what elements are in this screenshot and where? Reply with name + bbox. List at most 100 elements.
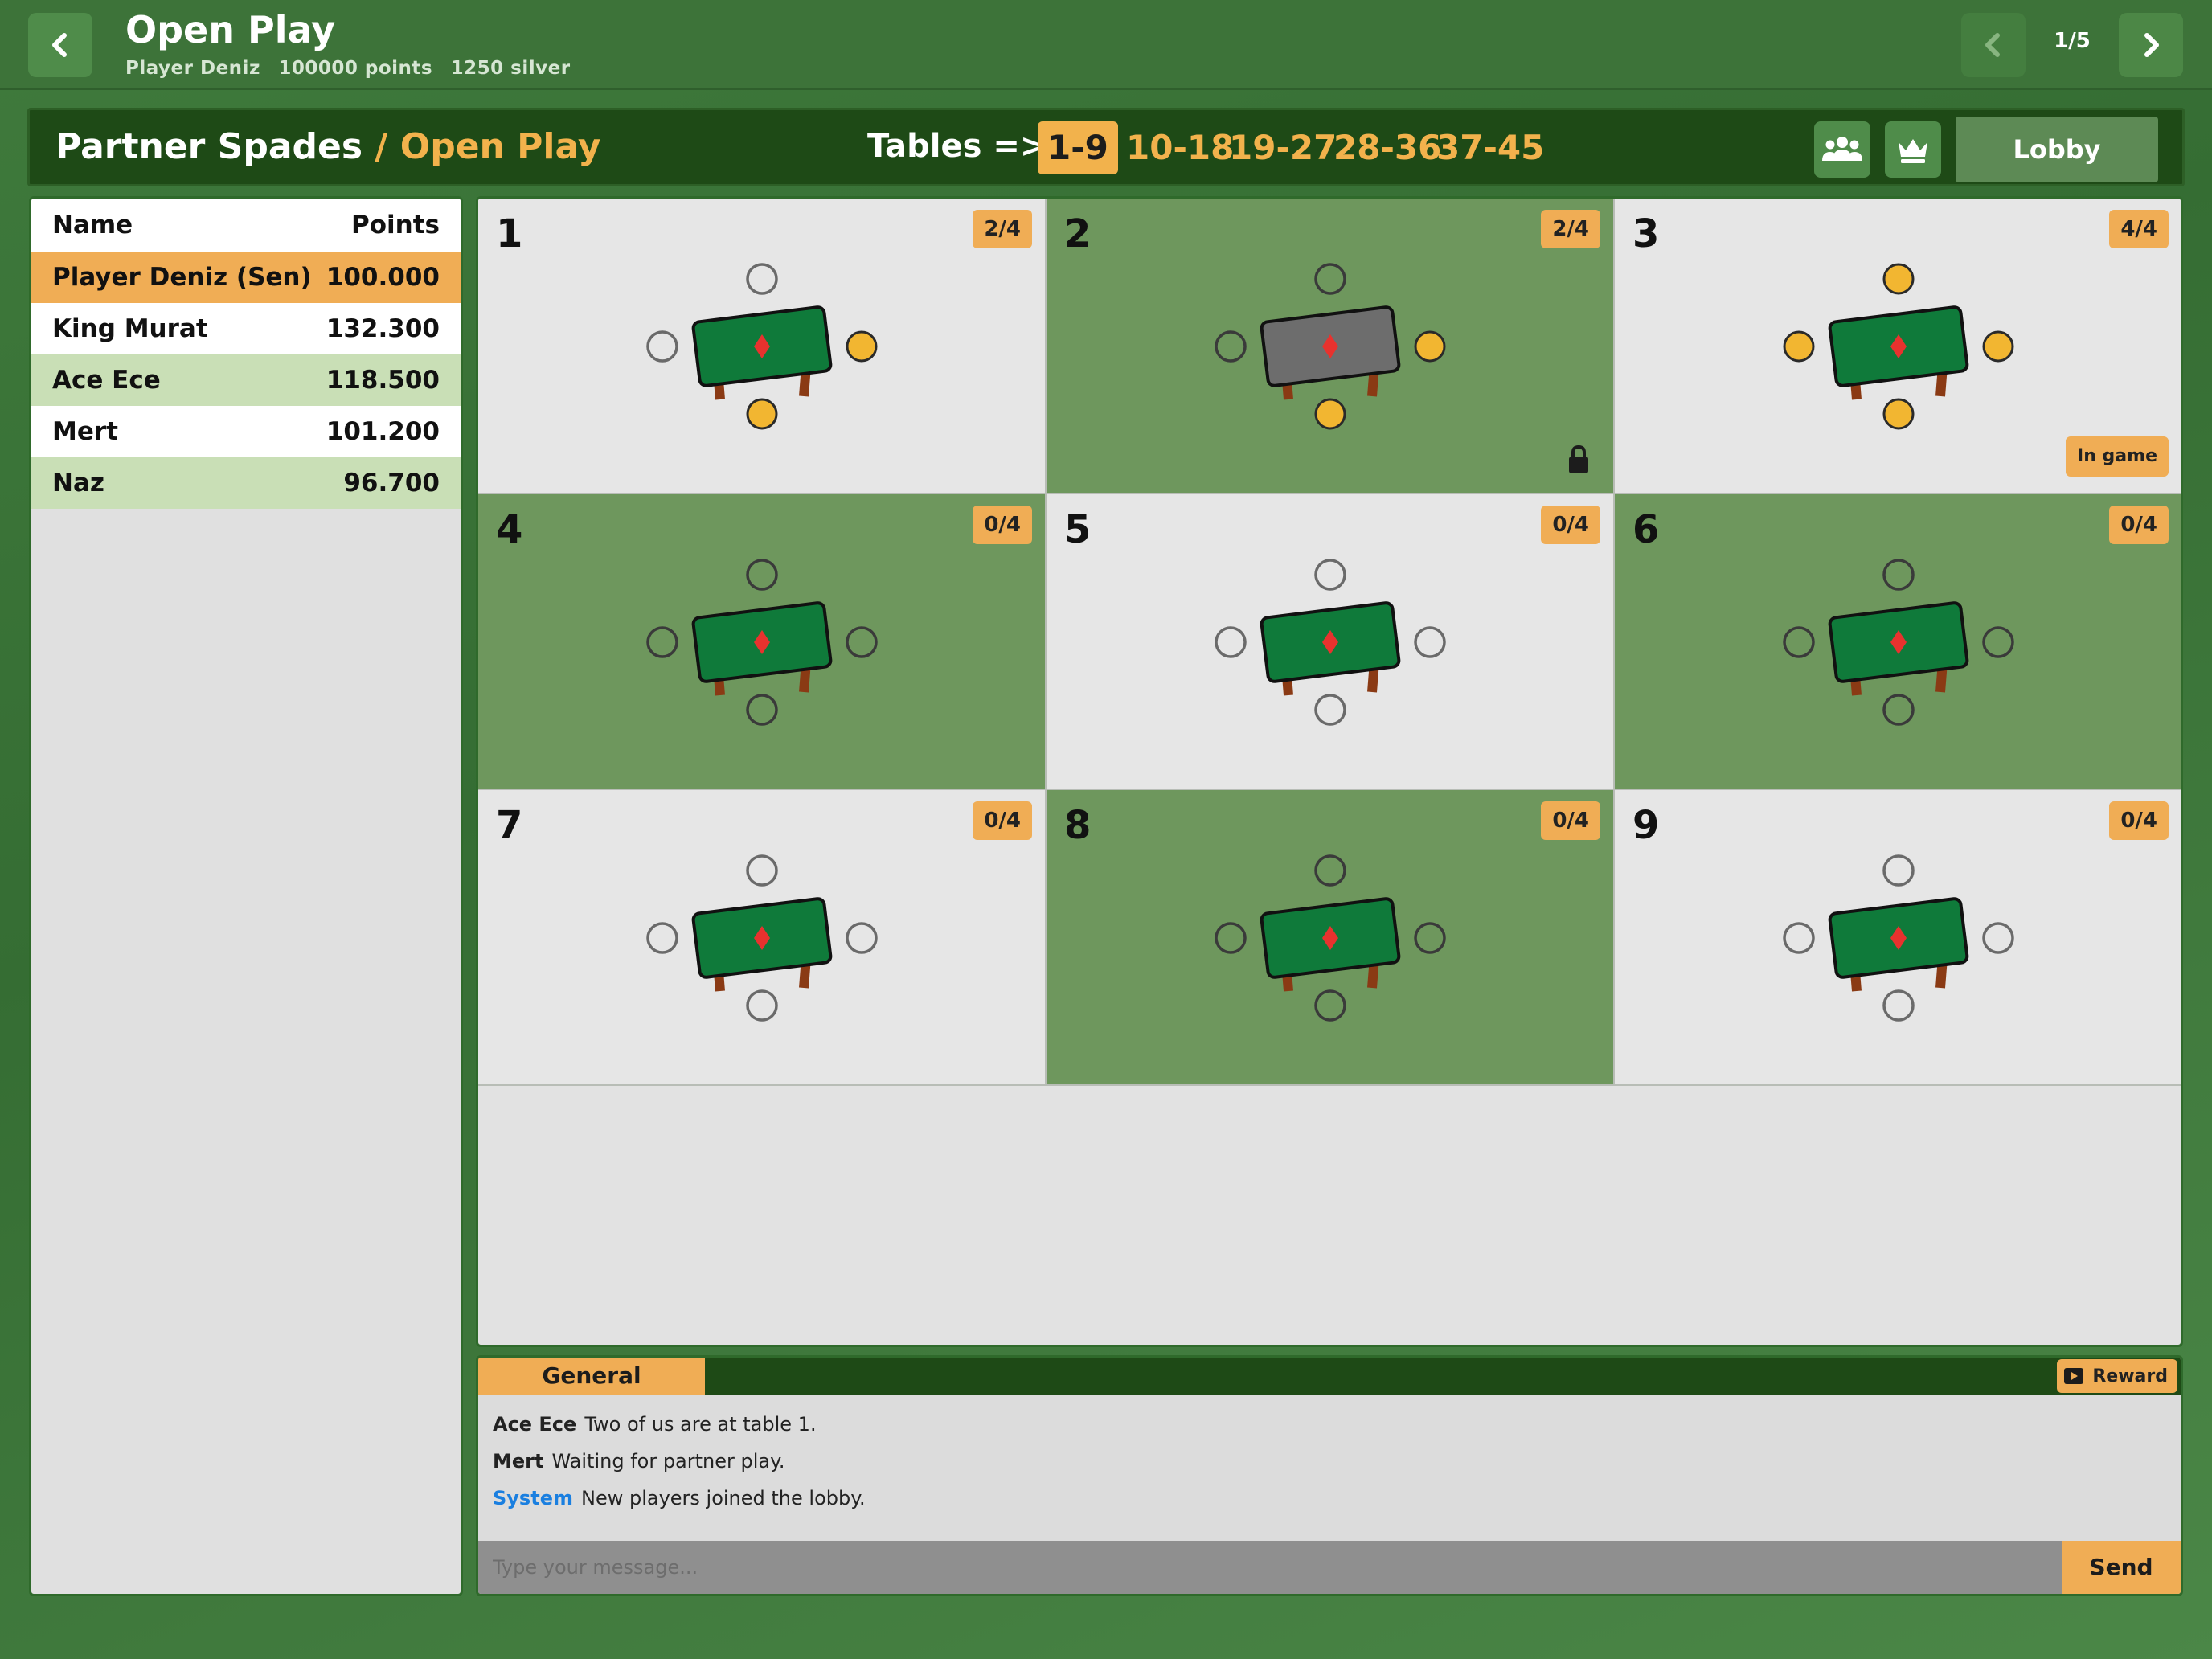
seat-top[interactable] [746, 263, 778, 295]
occupancy-badge: 0/4 [2109, 506, 2169, 544]
occupancy-badge: 2/4 [973, 210, 1032, 248]
game-table-3[interactable]: 3 4/4 In game [1615, 199, 2181, 494]
seat-top[interactable] [746, 854, 778, 887]
occupancy-badge: 0/4 [2109, 801, 2169, 840]
seat-top[interactable] [1314, 559, 1346, 591]
player-points: 118.500 [326, 366, 440, 395]
tab-general[interactable]: General [478, 1358, 705, 1395]
leaderboard-row[interactable]: King Murat 132.300 [31, 303, 461, 354]
seat-bottom[interactable] [1882, 694, 1915, 726]
seat-bottom[interactable] [746, 694, 778, 726]
message-text: Two of us are at table 1. [584, 1413, 817, 1436]
seat-right[interactable] [1982, 922, 2014, 954]
seat-bottom[interactable] [746, 989, 778, 1022]
seat-top[interactable] [1882, 854, 1915, 887]
seat-bottom[interactable] [1882, 398, 1915, 430]
seat-left[interactable] [1783, 626, 1815, 658]
seat-left[interactable] [646, 922, 678, 954]
lobby-button[interactable]: Lobby [1956, 117, 2158, 182]
seat-right[interactable] [1982, 330, 2014, 363]
seat-left[interactable] [646, 330, 678, 363]
leaderboard-panel: Name Points Player Deniz (Sen) 100.000 K… [29, 196, 463, 1596]
player-name: Player Deniz [125, 58, 260, 79]
player-summary: Player Deniz 100000 points 1250 silver [125, 58, 582, 79]
seat-top[interactable] [1882, 263, 1915, 295]
seat-right[interactable] [1982, 626, 2014, 658]
game-table-2[interactable]: 2 2/4 [1047, 199, 1615, 494]
chat-input[interactable] [478, 1541, 2062, 1594]
seat-left[interactable] [1215, 626, 1247, 658]
chat-message: Ace Ece Two of us are at table 1. [493, 1406, 866, 1443]
seat-right[interactable] [846, 626, 878, 658]
occupancy-badge: 0/4 [973, 801, 1032, 840]
message-author: Mert [493, 1450, 544, 1473]
reward-button[interactable]: Reward [2057, 1359, 2177, 1393]
game-table-5[interactable]: 5 0/4 [1047, 494, 1615, 790]
chat-panel: General Reward Ace Ece Two of us are at t… [476, 1355, 2183, 1596]
seat-left[interactable] [1783, 330, 1815, 363]
prev-page-button[interactable] [1961, 13, 2026, 77]
table-number: 4 [496, 507, 523, 552]
leaderboard-button[interactable] [1885, 121, 1941, 178]
seat-left[interactable] [646, 626, 678, 658]
game-table-9[interactable]: 9 0/4 [1615, 790, 2181, 1086]
friends-button[interactable] [1814, 121, 1870, 178]
seat-right[interactable] [846, 330, 878, 363]
seat-bottom[interactable] [1314, 398, 1346, 430]
seat-right[interactable] [1414, 922, 1446, 954]
game-table-8[interactable]: 8 0/4 [1047, 790, 1615, 1086]
game-table-6[interactable]: 6 0/4 [1615, 494, 2181, 790]
next-page-button[interactable] [2119, 13, 2183, 77]
leaderboard-row[interactable]: Naz 96.700 [31, 457, 461, 509]
seat-top[interactable] [1882, 559, 1915, 591]
table-number: 7 [496, 803, 523, 848]
table-number: 8 [1064, 803, 1092, 848]
seat-bottom[interactable] [1314, 694, 1346, 726]
game-table-4[interactable]: 4 0/4 [478, 494, 1047, 790]
table-range-37-45[interactable]: 37-45 [1427, 121, 1554, 174]
game-table-1[interactable]: 1 2/4 [478, 199, 1047, 494]
seat-right[interactable] [846, 922, 878, 954]
occupancy-badge: 2/4 [1541, 210, 1600, 248]
game-table-7[interactable]: 7 0/4 [478, 790, 1047, 1086]
chat-message: System New players joined the lobby. [493, 1480, 866, 1517]
player-name: Naz [52, 469, 104, 498]
player-points: 100000 points [278, 58, 433, 79]
leaderboard-row[interactable]: Mert 101.200 [31, 406, 461, 457]
seat-top[interactable] [1314, 854, 1346, 887]
seat-bottom[interactable] [746, 398, 778, 430]
friends-icon [1822, 137, 1862, 161]
message-author: Ace Ece [493, 1413, 577, 1436]
occupancy-badge: 0/4 [1541, 801, 1600, 840]
seat-right[interactable] [1414, 330, 1446, 363]
back-button[interactable] [28, 13, 92, 77]
message-author: System [493, 1487, 573, 1509]
leaderboard-row[interactable]: Player Deniz (Sen) 100.000 [31, 252, 461, 303]
seat-bottom[interactable] [1882, 989, 1915, 1022]
send-button[interactable]: Send [2062, 1541, 2181, 1594]
chevron-left-icon [52, 33, 67, 57]
table-illustration [1783, 854, 2014, 1022]
reward-label: Reward [2092, 1366, 2168, 1387]
table-range-1-9[interactable]: 1-9 [1038, 121, 1118, 174]
table-number: 1 [496, 211, 523, 256]
seat-left[interactable] [1215, 330, 1247, 363]
seat-left[interactable] [1783, 922, 1815, 954]
seat-right[interactable] [1414, 626, 1446, 658]
player-name: Ace Ece [52, 366, 161, 395]
occupancy-badge: 4/4 [2109, 210, 2169, 248]
crown-icon [1899, 139, 1927, 163]
chevron-left-icon [1985, 33, 2000, 57]
leaderboard-row[interactable]: Ace Ece 118.500 [31, 354, 461, 406]
seat-top[interactable] [746, 559, 778, 591]
seat-top[interactable] [1314, 263, 1346, 295]
seat-bottom[interactable] [1314, 989, 1346, 1022]
table-illustration [1215, 559, 1446, 726]
section-title: Partner Spades / Open Play [55, 126, 601, 167]
game-mode: / Open Play [375, 126, 601, 167]
player-points: 100.000 [326, 263, 440, 292]
table-number: 9 [1632, 803, 1660, 848]
table-illustration [646, 854, 878, 1022]
player-silver: 1250 silver [450, 58, 571, 79]
seat-left[interactable] [1215, 922, 1247, 954]
